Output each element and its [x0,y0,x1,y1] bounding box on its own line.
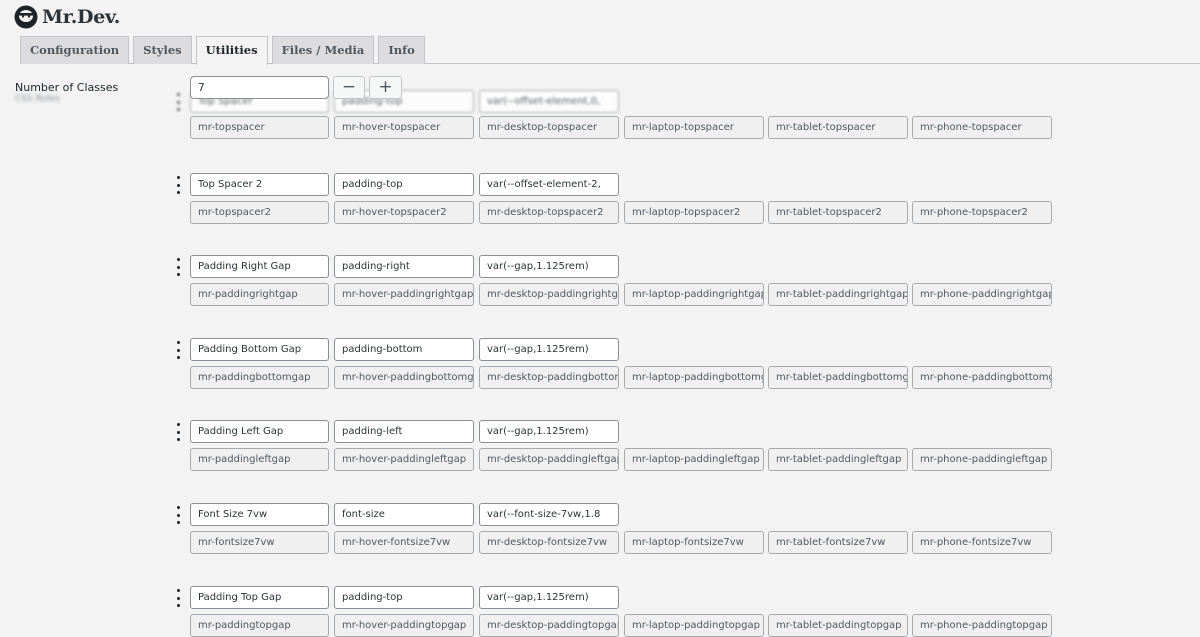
class-laptop[interactable]: mr-laptop-paddingrightgap [624,283,764,306]
class-default[interactable]: mr-paddingbottomgap [190,366,329,389]
class-hover[interactable]: mr-hover-fontsize7vw [334,531,474,554]
bearded-face-icon [14,5,38,29]
drag-handle-icon[interactable] [174,506,182,524]
css-value-input[interactable]: var(--gap,1.125rem) [479,420,619,443]
brand: Mr.Dev. [14,5,120,29]
class-name-input[interactable]: Padding Left Gap [190,420,329,443]
class-name-input[interactable]: Padding Right Gap [190,255,329,278]
class-default[interactable]: mr-topspacer2 [190,201,329,224]
class-name-input[interactable]: Top Spacer 2 [190,173,329,196]
drag-handle-icon[interactable] [174,589,182,607]
class-desktop[interactable]: mr-desktop-topspacer [479,116,619,139]
utility-row: Padding Right Gap padding-right var(--ga… [172,255,1062,306]
utility-row: Padding Bottom Gap padding-bottom var(--… [172,338,1062,389]
class-desktop[interactable]: mr-desktop-paddingtopgap [479,614,619,637]
drag-handle-icon[interactable] [174,93,182,111]
class-laptop[interactable]: mr-laptop-paddingbottomgap [624,366,764,389]
class-tablet[interactable]: mr-tablet-fontsize7vw [768,531,908,554]
class-default[interactable]: mr-topspacer [190,116,329,139]
increment-button[interactable]: + [369,76,402,99]
class-hover[interactable]: mr-hover-paddingbottomgap [334,366,474,389]
decrement-button[interactable]: − [333,76,365,99]
class-phone[interactable]: mr-phone-paddingrightgap [912,283,1052,306]
css-property-input[interactable]: font-size [334,503,474,526]
css-property-input[interactable]: padding-top [334,586,474,609]
class-phone[interactable]: mr-phone-fontsize7vw [912,531,1052,554]
class-phone[interactable]: mr-phone-paddingtopgap [912,614,1052,637]
class-desktop[interactable]: mr-desktop-fontsize7vw [479,531,619,554]
tab-info[interactable]: Info [378,36,425,64]
drag-handle-icon[interactable] [174,258,182,276]
utility-row: Padding Left Gap padding-left var(--gap,… [172,420,1062,471]
tab-bar: Configuration Styles Utilities Files / M… [20,36,1200,65]
class-hover[interactable]: mr-hover-topspacer [334,116,474,139]
number-of-classes-label: Number of Classes [15,81,119,94]
class-tablet[interactable]: mr-tablet-paddingbottomgap [768,366,908,389]
css-property-input[interactable]: padding-top [334,173,474,196]
brand-name: Mr.Dev. [42,6,121,28]
css-property-input[interactable]: padding-left [334,420,474,443]
css-value-input[interactable]: var(--gap,1.125rem) [479,338,619,361]
class-phone[interactable]: mr-phone-topspacer [912,116,1052,139]
css-property-input[interactable]: padding-right [334,255,474,278]
class-laptop[interactable]: mr-laptop-topspacer [624,116,764,139]
class-name-input[interactable]: Font Size 7vw [190,503,329,526]
utility-row: Padding Top Gap padding-top var(--gap,1.… [172,586,1062,637]
tab-configuration[interactable]: Configuration [20,36,130,64]
class-laptop[interactable]: mr-laptop-topspacer2 [624,201,764,224]
drag-handle-icon[interactable] [174,341,182,359]
class-phone[interactable]: mr-phone-paddingleftgap [912,448,1052,471]
tab-files-media[interactable]: Files / Media [271,36,375,64]
number-of-classes-input[interactable] [190,76,329,99]
class-desktop[interactable]: mr-desktop-paddingleftgap [479,448,619,471]
class-desktop[interactable]: mr-desktop-paddingrightgap [479,283,619,306]
class-tablet[interactable]: mr-tablet-topspacer2 [768,201,908,224]
css-value-input[interactable]: var(--gap,1.125rem) [479,586,619,609]
class-default[interactable]: mr-paddingrightgap [190,283,329,306]
class-default[interactable]: mr-fontsize7vw [190,531,329,554]
class-hover[interactable]: mr-hover-paddingtopgap [334,614,474,637]
css-property-input[interactable]: padding-bottom [334,338,474,361]
number-of-classes-sublabel: CSS Rules [15,94,60,104]
class-laptop[interactable]: mr-laptop-paddingleftgap [624,448,764,471]
class-laptop[interactable]: mr-laptop-fontsize7vw [624,531,764,554]
drag-handle-icon[interactable] [174,423,182,441]
drag-handle-icon[interactable] [174,176,182,194]
class-hover[interactable]: mr-hover-topspacer2 [334,201,474,224]
class-phone[interactable]: mr-phone-paddingbottomgap [912,366,1052,389]
class-tablet[interactable]: mr-tablet-paddingrightgap [768,283,908,306]
class-default[interactable]: mr-paddingleftgap [190,448,329,471]
class-desktop[interactable]: mr-desktop-paddingbottomgap [479,366,619,389]
class-phone[interactable]: mr-phone-topspacer2 [912,201,1052,224]
utility-row: Top Spacer 2 padding-top var(--offset-el… [172,173,1062,224]
class-tablet[interactable]: mr-tablet-paddingleftgap [768,448,908,471]
number-of-classes-stepper: − + [190,76,402,99]
class-name-input[interactable]: Padding Top Gap [190,586,329,609]
class-hover[interactable]: mr-hover-paddingrightgap [334,283,474,306]
css-value-input[interactable]: var(--offset-element,0, [479,90,619,113]
class-name-input[interactable]: Padding Bottom Gap [190,338,329,361]
class-tablet[interactable]: mr-tablet-paddingtopgap [768,614,908,637]
tab-utilities[interactable]: Utilities [195,36,268,65]
css-value-input[interactable]: var(--offset-element-2, [479,173,619,196]
css-value-input[interactable]: var(--font-size-7vw,1.8 [479,503,619,526]
css-value-input[interactable]: var(--gap,1.125rem) [479,255,619,278]
class-laptop[interactable]: mr-laptop-paddingtopgap [624,614,764,637]
class-tablet[interactable]: mr-tablet-topspacer [768,116,908,139]
tab-styles[interactable]: Styles [133,36,192,64]
utility-row: Font Size 7vw font-size var(--font-size-… [172,503,1062,554]
class-default[interactable]: mr-paddingtopgap [190,614,329,637]
class-hover[interactable]: mr-hover-paddingleftgap [334,448,474,471]
class-desktop[interactable]: mr-desktop-topspacer2 [479,201,619,224]
